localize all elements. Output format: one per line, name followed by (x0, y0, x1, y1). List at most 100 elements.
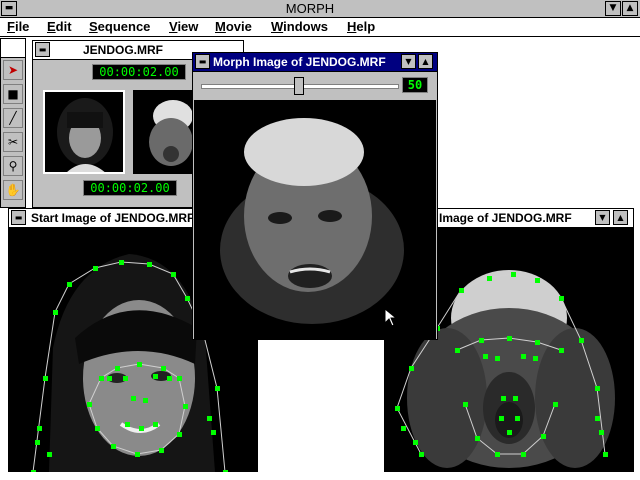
control-point[interactable] (139, 426, 144, 431)
control-point[interactable] (207, 416, 212, 421)
control-point[interactable] (455, 348, 460, 353)
control-point[interactable] (35, 440, 40, 445)
control-point[interactable] (211, 430, 216, 435)
system-menu-icon[interactable]: ▬ (1, 1, 17, 16)
control-point[interactable] (579, 338, 584, 343)
control-point[interactable] (495, 452, 500, 457)
control-point[interactable] (111, 444, 116, 449)
system-menu-icon[interactable]: ▬ (11, 210, 26, 225)
control-point[interactable] (53, 310, 58, 315)
menu-movie[interactable]: Movie (215, 19, 252, 35)
control-point[interactable] (115, 366, 120, 371)
control-point[interactable] (401, 426, 406, 431)
control-point[interactable] (131, 396, 136, 401)
control-point[interactable] (521, 452, 526, 457)
control-point[interactable] (67, 282, 72, 287)
control-point[interactable] (177, 376, 182, 381)
control-point[interactable] (177, 432, 182, 437)
maximize-icon[interactable]: ▲ (622, 1, 638, 16)
control-point[interactable] (459, 288, 464, 293)
control-point[interactable] (463, 402, 468, 407)
morph-slider-thumb[interactable] (294, 77, 304, 95)
control-point[interactable] (107, 376, 112, 381)
control-point[interactable] (137, 362, 142, 367)
control-point[interactable] (479, 338, 484, 343)
control-point[interactable] (507, 430, 512, 435)
control-point[interactable] (475, 436, 480, 441)
morph-window[interactable]: ▬ Morph Image of JENDOG.MRF ▼ ▲ 50 (192, 52, 438, 340)
control-point[interactable] (123, 376, 128, 381)
control-point[interactable] (595, 416, 600, 421)
start-thumbnail[interactable] (43, 90, 125, 174)
control-point[interactable] (31, 470, 36, 472)
control-point[interactable] (153, 422, 158, 427)
control-point[interactable] (171, 272, 176, 277)
line-tool-icon[interactable]: ╱ (3, 108, 23, 128)
control-point[interactable] (553, 402, 558, 407)
control-point[interactable] (535, 278, 540, 283)
menu-sequence[interactable]: Sequence (89, 19, 150, 35)
control-point[interactable] (161, 366, 166, 371)
control-point[interactable] (419, 452, 424, 457)
control-point[interactable] (95, 426, 100, 431)
minimize-icon[interactable]: ▼ (595, 210, 610, 225)
minimize-icon[interactable]: ▼ (605, 1, 621, 16)
control-point[interactable] (37, 426, 42, 431)
control-point[interactable] (185, 296, 190, 301)
control-point[interactable] (409, 366, 414, 371)
control-point[interactable] (495, 356, 500, 361)
system-menu-icon[interactable]: ▬ (35, 42, 50, 57)
control-point[interactable] (535, 340, 540, 345)
end-thumbnail[interactable] (133, 90, 193, 174)
control-point[interactable] (483, 354, 488, 359)
control-point[interactable] (143, 398, 148, 403)
control-point[interactable] (603, 452, 608, 457)
control-point[interactable] (147, 262, 152, 267)
menu-edit[interactable]: Edit (47, 19, 72, 35)
control-point[interactable] (135, 452, 140, 457)
morph-image[interactable] (194, 100, 436, 339)
hand-tool-icon[interactable]: ✋ (3, 180, 23, 200)
control-point[interactable] (159, 448, 164, 453)
control-point[interactable] (595, 386, 600, 391)
maximize-icon[interactable]: ▲ (418, 54, 433, 69)
control-point[interactable] (513, 396, 518, 401)
zoom-tool-icon[interactable]: ⚲ (3, 156, 23, 176)
control-point[interactable] (43, 376, 48, 381)
control-point[interactable] (183, 404, 188, 409)
control-point[interactable] (515, 416, 520, 421)
control-point[interactable] (559, 348, 564, 353)
arrow-tool-icon[interactable]: ➤ (3, 60, 23, 80)
control-point[interactable] (223, 470, 228, 472)
menu-help[interactable]: Help (347, 19, 375, 35)
menu-file[interactable]: File (7, 19, 29, 35)
control-point[interactable] (487, 276, 492, 281)
minimize-icon[interactable]: ▼ (401, 54, 416, 69)
control-point[interactable] (533, 356, 538, 361)
control-point[interactable] (599, 430, 604, 435)
control-point[interactable] (521, 354, 526, 359)
control-point[interactable] (87, 402, 92, 407)
system-menu-icon[interactable]: ▬ (195, 54, 210, 69)
menu-view[interactable]: View (169, 19, 198, 35)
control-point[interactable] (93, 266, 98, 271)
control-point[interactable] (47, 452, 52, 457)
control-point[interactable] (507, 336, 512, 341)
control-point[interactable] (541, 434, 546, 439)
control-point[interactable] (215, 386, 220, 391)
point-tool-icon[interactable]: ■ (3, 84, 23, 104)
control-point[interactable] (99, 376, 104, 381)
control-point[interactable] (119, 260, 124, 265)
control-point[interactable] (501, 396, 506, 401)
control-point[interactable] (511, 272, 516, 277)
control-point[interactable] (153, 374, 158, 379)
control-point[interactable] (395, 406, 400, 411)
control-point[interactable] (559, 296, 564, 301)
control-point[interactable] (167, 376, 172, 381)
menu-windows[interactable]: Windows (271, 19, 328, 35)
morph-window-titlebar[interactable]: ▬ Morph Image of JENDOG.MRF ▼ ▲ (193, 53, 437, 72)
control-point[interactable] (125, 422, 130, 427)
control-point[interactable] (413, 440, 418, 445)
control-point[interactable] (499, 416, 504, 421)
scissors-tool-icon[interactable]: ✂ (3, 132, 23, 152)
